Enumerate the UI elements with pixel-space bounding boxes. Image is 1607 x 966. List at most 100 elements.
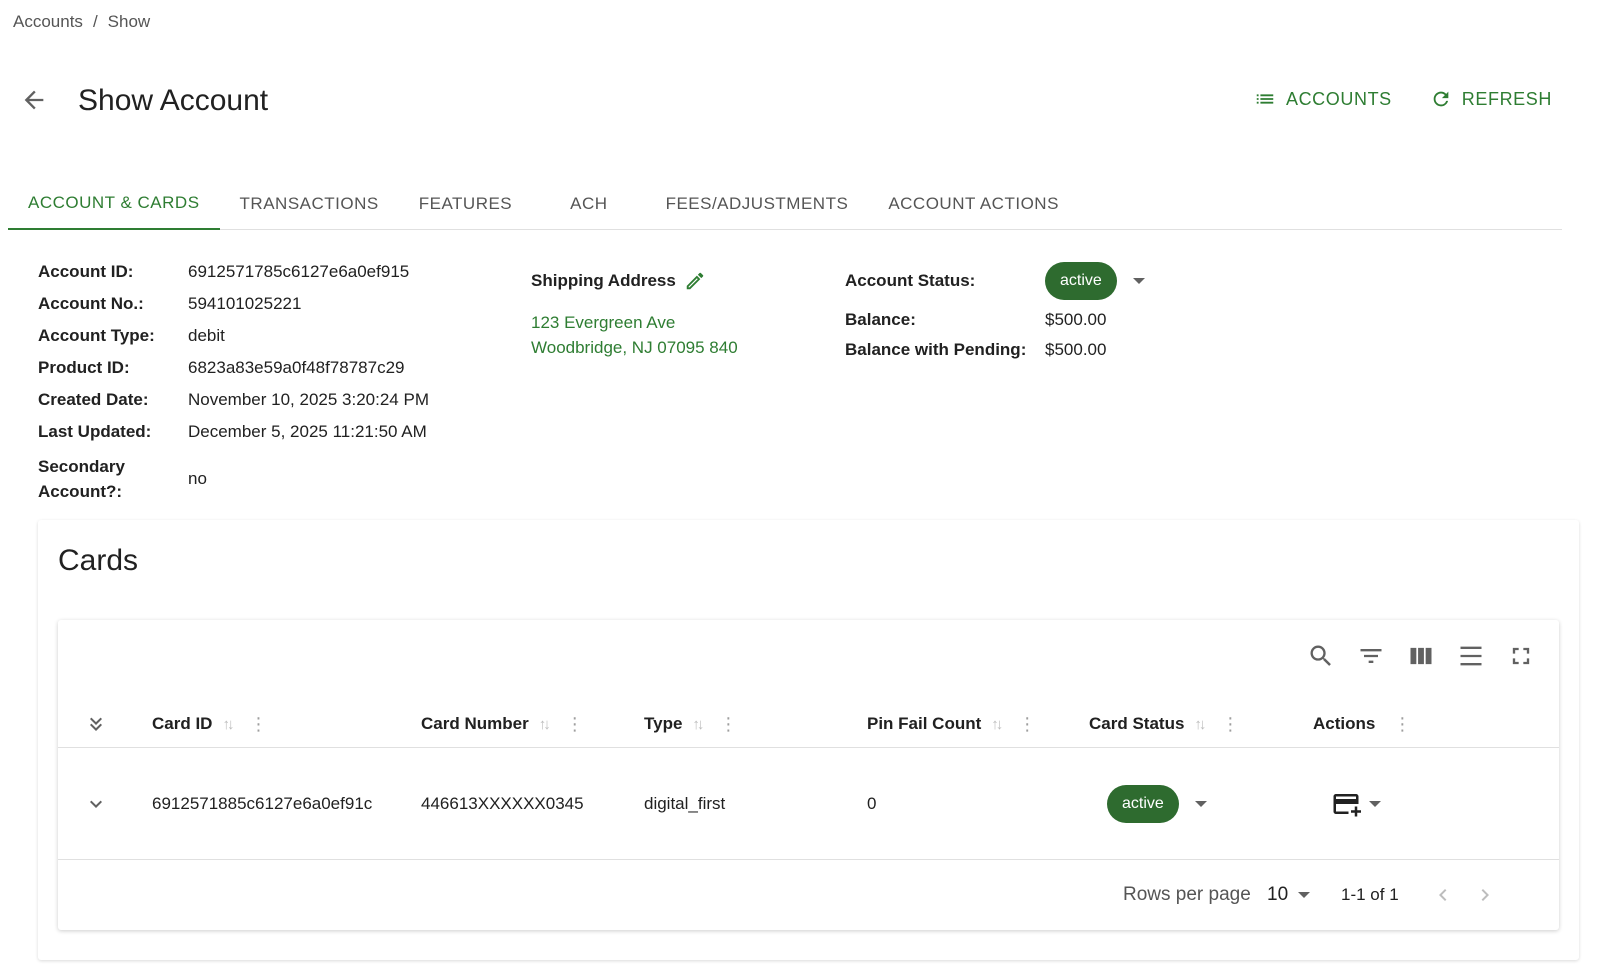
tab-features[interactable]: FEATURES [399,178,550,230]
density-icon[interactable] [1457,642,1485,670]
cards-title: Cards [58,544,139,577]
search-icon[interactable] [1307,642,1335,670]
account-status-dropdown-icon[interactable] [1132,278,1145,284]
account-no-value: 594101025221 [188,294,302,313]
account-info: Account ID: 6912571785c6127e6a0ef915 Acc… [38,262,488,504]
cards-panel: Cards Card ID ↑↓ ⋮ Card Number ↑↓ ⋮ Type… [38,520,1579,960]
accounts-button[interactable]: ACCOUNTS [1254,88,1392,110]
rows-per-page-label: Rows per page [1123,884,1251,905]
tab-fees-adjustments[interactable]: FEES/ADJUSTMENTS [646,178,869,230]
shipping-address-line2: Woodbridge, NJ 07095 840 [531,338,738,357]
cell-pin-fail-count: 0 [867,794,877,813]
breadcrumb-accounts[interactable]: Accounts [13,12,83,32]
last-updated-label: Last Updated: [38,422,152,441]
breadcrumb: Accounts / Show [13,12,150,32]
columns-icon[interactable] [1407,642,1435,670]
fullscreen-icon[interactable] [1507,642,1535,670]
table-toolbar [1307,642,1535,670]
tab-transactions[interactable]: TRANSACTIONS [220,178,399,230]
edit-pencil-icon[interactable] [684,270,706,292]
rows-per-page-select[interactable]: 10 [1267,860,1311,930]
column-header-pin-fail-count[interactable]: Pin Fail Count ↑↓ ⋮ [867,700,1036,748]
accounts-button-label: ACCOUNTS [1285,88,1392,109]
pagination-range: 1-1 of 1 [1341,885,1399,904]
column-menu-icon[interactable]: ⋮ [1393,714,1411,735]
previous-page-icon[interactable] [1431,860,1455,930]
breadcrumb-show: Show [107,12,151,31]
column-header-label: Actions [1313,714,1376,733]
balance-pending-label: Balance with Pending: [845,340,1027,359]
column-header-type[interactable]: Type ↑↓ ⋮ [644,700,737,748]
refresh-button-label: REFRESH [1461,88,1552,109]
product-id-value: 6823a83e59a0f48f78787c29 [188,358,405,377]
rows-per-page-value: 10 [1267,884,1289,905]
cards-table: Card ID ↑↓ ⋮ Card Number ↑↓ ⋮ Type ↑↓ ⋮ … [58,620,1559,930]
table-header: Card ID ↑↓ ⋮ Card Number ↑↓ ⋮ Type ↑↓ ⋮ … [58,700,1559,748]
sort-icon[interactable]: ↑↓ [1194,716,1206,733]
account-type-label: Account Type: [38,326,155,345]
page-title: Show Account [78,84,269,117]
card-status-chip: active [1107,785,1179,823]
breadcrumb-separator: / [92,12,98,31]
cell-type: digital_first [644,794,726,813]
account-status: Account Status: active Balance: $500.00 … [845,262,1245,360]
actions-dropdown-icon[interactable] [1369,801,1381,807]
refresh-icon [1433,91,1449,107]
column-header-card-number[interactable]: Card Number ↑↓ ⋮ [421,700,584,748]
shipping-address-header: Shipping Address [531,270,706,292]
sort-icon[interactable]: ↑↓ [539,716,551,733]
cell-card-number: 446613XXXXXX0345 [421,794,584,813]
account-id-label: Account ID: [38,262,134,281]
account-id-value: 6912571785c6127e6a0ef915 [188,262,410,281]
tab-account-actions[interactable]: ACCOUNT ACTIONS [868,178,1079,230]
column-header-card-status[interactable]: Card Status ↑↓ ⋮ [1089,700,1239,748]
column-header-actions[interactable]: Actions ⋮ [1313,700,1411,748]
back-arrow-icon[interactable] [20,86,48,114]
column-header-label: Card Status [1089,714,1185,733]
add-card-icon[interactable] [1331,789,1361,819]
shipping-address: 123 Evergreen Ave Woodbridge, NJ 07095 8… [531,310,738,360]
column-menu-icon[interactable]: ⋮ [566,714,584,735]
balance-label: Balance: [845,310,916,329]
shipping-address-title: Shipping Address [531,271,676,290]
expand-all-icon[interactable] [84,700,108,748]
sort-icon[interactable]: ↑↓ [222,716,234,733]
sort-icon[interactable]: ↑↓ [692,716,704,733]
column-header-card-id[interactable]: Card ID ↑↓ ⋮ [152,700,267,748]
next-page-icon[interactable] [1473,860,1497,930]
header-actions: ACCOUNTS REFRESH [1254,88,1552,110]
table-row: 6912571885c6127e6a0ef91c 446613XXXXXX034… [58,748,1559,860]
created-date-value: November 10, 2025 3:20:24 PM [188,390,429,409]
rows-per-page-dropdown-icon[interactable] [1298,892,1311,898]
expand-row-icon[interactable] [84,748,108,860]
column-header-label: Pin Fail Count [867,714,982,733]
column-header-label: Type [644,714,683,733]
tab-bar: ACCOUNT & CARDS TRANSACTIONS FEATURES AC… [8,178,1562,230]
tab-account-cards[interactable]: ACCOUNT & CARDS [8,178,220,230]
refresh-button[interactable]: REFRESH [1430,88,1552,110]
cell-card-id: 6912571885c6127e6a0ef91c [152,794,373,813]
column-menu-icon[interactable]: ⋮ [719,714,737,735]
secondary-account-value: no [188,469,207,488]
secondary-account-label: Secondary Account?: [38,457,125,501]
cell-card-status: active [1107,748,1207,860]
created-date-label: Created Date: [38,390,149,409]
card-status-dropdown-icon[interactable] [1194,801,1207,807]
shipping-address-line1: 123 Evergreen Ave [531,313,676,332]
sort-icon[interactable]: ↑↓ [991,716,1003,733]
account-status-chip: active [1045,262,1117,300]
cell-actions [1331,748,1381,860]
tab-ach[interactable]: ACH [550,178,645,230]
table-pagination: Rows per page 10 1-1 of 1 [58,860,1559,930]
column-menu-icon[interactable]: ⋮ [249,714,267,735]
filter-icon[interactable] [1357,642,1385,670]
account-status-control: active [1045,262,1245,300]
column-menu-icon[interactable]: ⋮ [1018,714,1036,735]
balance-value: $500.00 [1045,310,1107,329]
account-no-label: Account No.: [38,294,144,313]
column-header-label: Card Number [421,714,529,733]
account-type-value: debit [188,326,225,345]
last-updated-value: December 5, 2025 11:21:50 AM [188,422,427,441]
column-menu-icon[interactable]: ⋮ [1221,714,1239,735]
account-status-label: Account Status: [845,271,976,290]
